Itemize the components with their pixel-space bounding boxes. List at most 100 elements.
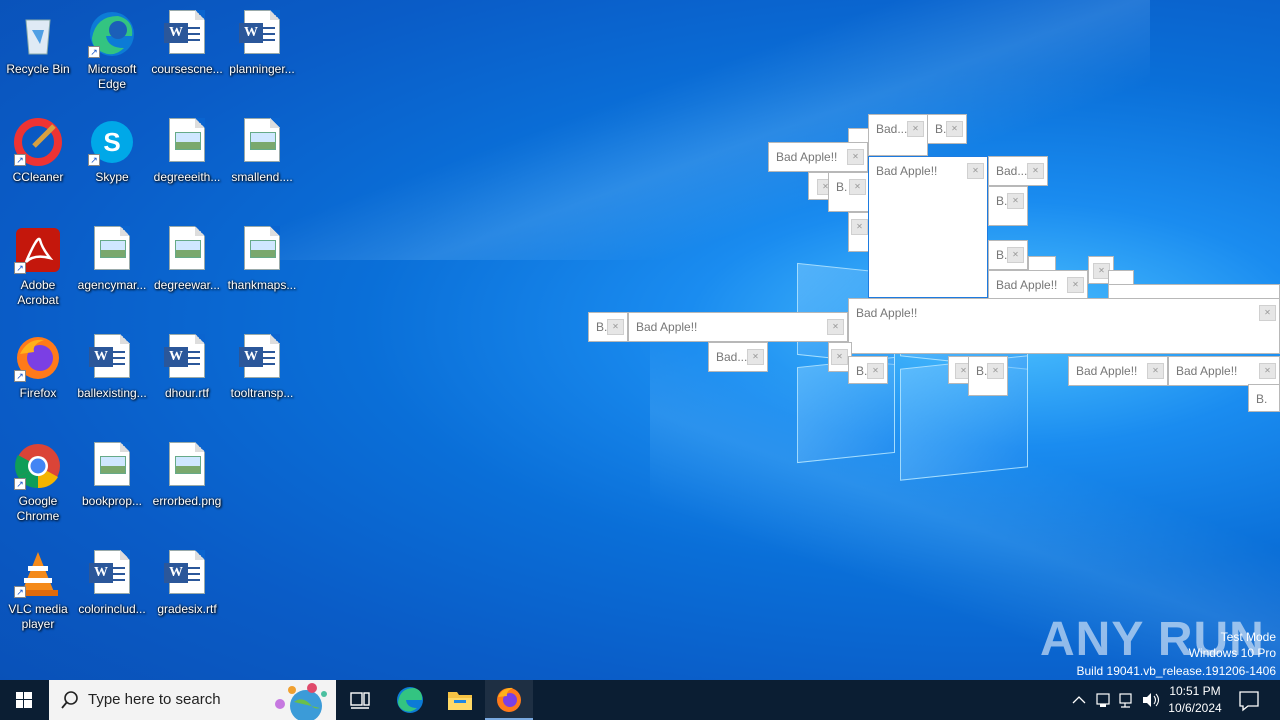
vlc-icon: ↗ [14, 550, 62, 598]
close-icon[interactable]: ✕ [831, 349, 848, 365]
build-label: Build 19041.vb_release.191206-1406 [1076, 664, 1277, 678]
ccleaner-icon: ↗ [14, 118, 62, 166]
close-icon[interactable]: ✕ [1027, 163, 1044, 179]
image-file-icon [169, 118, 205, 162]
desktop-icon-file[interactable]: W tooltransp... [224, 328, 300, 434]
desktop-icon-file[interactable]: W planninger... [224, 4, 300, 110]
bad-apple-window[interactable]: B. ✕ [588, 312, 628, 342]
close-icon[interactable]: ✕ [1259, 305, 1276, 321]
image-file-icon [169, 226, 205, 270]
bad-apple-window[interactable]: B. ✕ [988, 240, 1028, 270]
bad-apple-window[interactable]: Bad Apple!! ✕ [628, 312, 848, 342]
desktop-icon-microsoft-edge[interactable]: ↗ Microsoft Edge [74, 4, 150, 110]
desktop-icon-recycle-bin[interactable]: Recycle Bin [0, 4, 76, 110]
close-icon[interactable]: ✕ [967, 163, 984, 179]
bad-apple-window[interactable]: B. ✕ [927, 114, 967, 144]
taskbar-edge-button[interactable] [386, 680, 434, 720]
clock-date: 10/6/2024 [1168, 701, 1222, 715]
bad-apple-window[interactable]: B. ✕ [848, 356, 888, 384]
bad-apple-window[interactable]: B. ✕ [968, 356, 1008, 396]
recycle-bin-icon [14, 10, 62, 58]
desktop-icon-file[interactable]: degreewar... [149, 220, 225, 326]
action-center-button[interactable] [1232, 680, 1280, 720]
desktop-icon-file[interactable]: smallend.... [224, 112, 300, 218]
desktop-icon-file[interactable]: errorbed.png [149, 436, 225, 542]
folder-icon [448, 692, 472, 710]
desktop-icon-file[interactable]: agencymar... [74, 220, 150, 326]
bad-apple-window[interactable]: Bad Apple!! ✕ [988, 270, 1088, 300]
shortcut-arrow-icon: ↗ [88, 46, 100, 58]
image-file-icon [94, 442, 130, 486]
shortcut-arrow-icon: ↗ [14, 262, 26, 274]
shortcut-arrow-icon: ↗ [88, 154, 100, 166]
word-document-icon: W [164, 550, 205, 594]
bad-apple-window[interactable]: Bad Apple!! ✕ [1068, 356, 1168, 386]
bad-apple-window[interactable]: Bad Apple!! ✕ [1168, 356, 1280, 386]
desktop-icon-file[interactable]: bookprop... [74, 436, 150, 542]
show-hidden-icons-chevron-up-icon[interactable] [1068, 680, 1090, 720]
close-icon[interactable]: ✕ [851, 219, 868, 235]
close-icon[interactable]: ✕ [747, 349, 764, 365]
desktop-icon-ccleaner[interactable]: ↗ CCleaner [0, 112, 76, 218]
desktop-icon-vlc[interactable]: ↗ VLC media player [0, 544, 76, 650]
bad-apple-window[interactable]: Bad Apple!! ✕ [848, 298, 1280, 354]
desktop-icon-file[interactable]: degreeeith... [149, 112, 225, 218]
bad-apple-window[interactable]: Bad Apple!! ✕ [868, 156, 988, 298]
close-icon[interactable]: ✕ [867, 363, 884, 379]
bad-apple-window[interactable]: Bad... ✕ [988, 156, 1048, 186]
close-icon[interactable]: ✕ [1147, 363, 1164, 379]
close-icon[interactable]: ✕ [607, 319, 624, 335]
task-view-button[interactable] [336, 680, 384, 720]
word-document-icon: W [164, 334, 205, 378]
close-icon[interactable]: ✕ [847, 149, 864, 165]
search-highlight-globe-icon [275, 683, 327, 720]
desktop-icon-file[interactable]: W colorinclud... [74, 544, 150, 650]
device-icon[interactable] [1092, 680, 1114, 720]
taskbar-file-explorer-button[interactable] [436, 680, 484, 720]
firefox-icon: ↗ [14, 334, 62, 382]
edge-icon [397, 687, 423, 713]
svg-text:S: S [103, 127, 120, 157]
taskbar: Type here to search 10:51 PM 10/6/2024 [0, 680, 1280, 720]
search-placeholder: Type here to search [88, 691, 221, 708]
desktop-icon-skype[interactable]: S ↗ Skype [74, 112, 150, 218]
close-icon[interactable]: ✕ [1007, 247, 1024, 263]
bad-apple-window[interactable]: Bad Apple!! ✕ [768, 142, 868, 172]
close-icon[interactable]: ✕ [946, 121, 963, 137]
close-icon[interactable]: ✕ [907, 121, 924, 137]
start-button[interactable] [0, 680, 48, 720]
close-icon[interactable]: ✕ [987, 363, 1004, 379]
skype-icon: S ↗ [88, 118, 136, 166]
image-file-icon [169, 442, 205, 486]
close-icon[interactable]: ✕ [1259, 363, 1276, 379]
bad-apple-window[interactable]: B. [1248, 384, 1280, 412]
network-icon[interactable] [1116, 680, 1138, 720]
desktop-icon-file[interactable]: W dhour.rtf [149, 328, 225, 434]
bad-apple-window[interactable]: B. ✕ [828, 172, 870, 212]
notification-icon [1239, 691, 1259, 712]
word-document-icon: W [239, 10, 280, 54]
taskbar-search-box[interactable]: Type here to search [49, 680, 336, 720]
close-icon[interactable]: ✕ [827, 319, 844, 335]
edge-icon: ↗ [88, 10, 136, 58]
bad-apple-window[interactable]: Bad... ✕ [708, 342, 768, 372]
close-icon[interactable]: ✕ [849, 179, 866, 195]
word-document-icon: W [239, 334, 280, 378]
close-icon[interactable]: ✕ [1007, 193, 1024, 209]
desktop-icon-file[interactable]: W gradesix.rtf [149, 544, 225, 650]
desktop-icon-file[interactable]: thankmaps... [224, 220, 300, 326]
close-icon[interactable]: ✕ [1067, 277, 1084, 293]
desktop-icon-firefox[interactable]: ↗ Firefox [0, 328, 76, 434]
bad-apple-window[interactable]: B. ✕ [988, 186, 1028, 226]
image-file-icon [94, 226, 130, 270]
taskbar-clock[interactable]: 10:51 PM 10/6/2024 [1160, 683, 1230, 717]
windows-start-icon [16, 692, 32, 708]
desktop-icon-adobe-acrobat[interactable]: ↗ Adobe Acrobat [0, 220, 76, 326]
desktop-icon-file[interactable]: W ballexisting... [74, 328, 150, 434]
taskbar-firefox-button[interactable] [485, 680, 533, 720]
desktop-icon-google-chrome[interactable]: ↗ Google Chrome [0, 436, 76, 542]
desktop-icon-file[interactable]: W coursescne... [149, 4, 225, 110]
volume-icon[interactable] [1140, 680, 1162, 720]
shortcut-arrow-icon: ↗ [14, 586, 26, 598]
bad-apple-window[interactable]: Bad... ✕ [868, 114, 928, 156]
